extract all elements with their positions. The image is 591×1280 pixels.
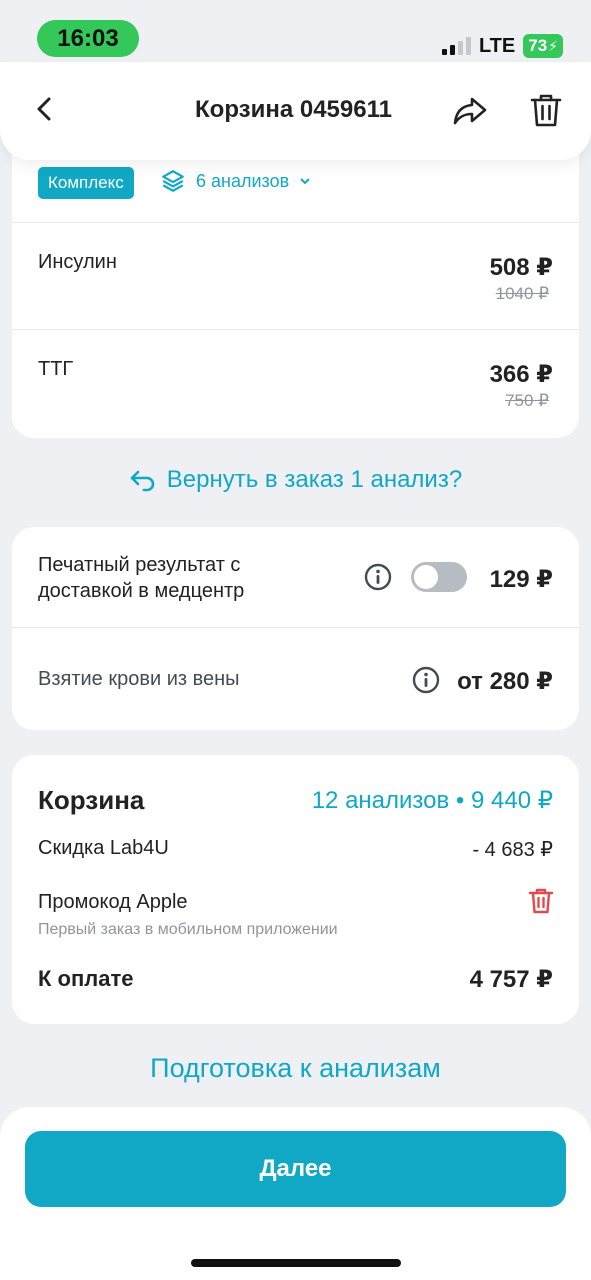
- item-name: ТТГ: [38, 358, 74, 380]
- remove-promo-trash-icon[interactable]: [528, 887, 554, 915]
- battery-level: 73: [528, 36, 548, 55]
- summary-title: Корзина: [38, 785, 145, 815]
- battery-icon: 73 ⚡: [523, 34, 563, 58]
- toggle-knob: [414, 565, 438, 589]
- top-nav-bar: Корзина 0459611: [0, 62, 591, 160]
- divider: [12, 222, 579, 223]
- analyses-count: 6 анализов: [196, 170, 290, 191]
- total-value: 4 757 ₽: [469, 966, 553, 993]
- summary-count-price: 12 анализов • 9 440 ₽: [311, 787, 553, 814]
- undo-arrow-icon: [130, 470, 155, 492]
- status-indicators: LTE 73 ⚡: [441, 34, 563, 58]
- return-analysis-link[interactable]: Вернуть в заказ 1 анализ?: [0, 466, 591, 494]
- printed-line-2: доставкой в медцентр: [38, 580, 245, 602]
- discount-value: - 4 683 ₽: [472, 839, 553, 861]
- promo-label: Промокод Apple: [38, 891, 188, 913]
- printed-result-price: 129 ₽: [489, 566, 553, 593]
- network-label: LTE: [478, 34, 516, 57]
- preparation-link[interactable]: Подготовка к анализам: [0, 1053, 591, 1084]
- cart-summary-card: Корзина 12 анализов • 9 440 ₽ Скидка Lab…: [12, 755, 579, 1024]
- divider: [12, 329, 579, 330]
- printed-line-1: Печатный результат с: [38, 554, 241, 576]
- signal-icon: [441, 37, 471, 55]
- item-price: 508 ₽: [489, 254, 553, 281]
- next-button[interactable]: Далее: [25, 1131, 566, 1207]
- return-link-label: Вернуть в заказ 1 анализ?: [166, 466, 463, 493]
- blood-draw-label: Взятие крови из вены: [38, 668, 240, 690]
- status-time: 16:03: [37, 20, 139, 57]
- trash-icon[interactable]: [526, 90, 566, 130]
- item-price: 366 ₽: [489, 361, 553, 388]
- divider: [12, 627, 579, 628]
- item-old-price: 1040 ₽: [495, 284, 549, 303]
- info-icon[interactable]: [364, 563, 392, 591]
- item-old-price: 750 ₽: [505, 391, 549, 410]
- options-card: Печатный результат с доставкой в медцент…: [12, 527, 579, 730]
- chevron-down-icon: [300, 178, 310, 185]
- info-icon[interactable]: [412, 666, 440, 694]
- complex-badge: Комплекс: [38, 167, 134, 199]
- page-title: Корзина 0459611: [195, 96, 392, 123]
- promo-description: Первый заказ в мобильном приложении: [38, 921, 338, 938]
- printed-result-label: Печатный результат с доставкой в медцент…: [38, 552, 338, 604]
- cart-items-card: Комплекс 6 анализов Инсулин 508 ₽ 1040 ₽…: [12, 120, 579, 438]
- item-name: Инсулин: [38, 251, 117, 273]
- layers-icon: [162, 170, 184, 192]
- blood-draw-price: от 280 ₽: [457, 668, 553, 695]
- printed-result-toggle[interactable]: [411, 562, 467, 592]
- total-label: К оплате: [38, 966, 134, 991]
- home-indicator: [191, 1259, 401, 1267]
- analyses-dropdown[interactable]: 6 анализов: [160, 168, 311, 194]
- share-icon[interactable]: [450, 90, 490, 130]
- discount-label: Скидка Lab4U: [38, 837, 169, 859]
